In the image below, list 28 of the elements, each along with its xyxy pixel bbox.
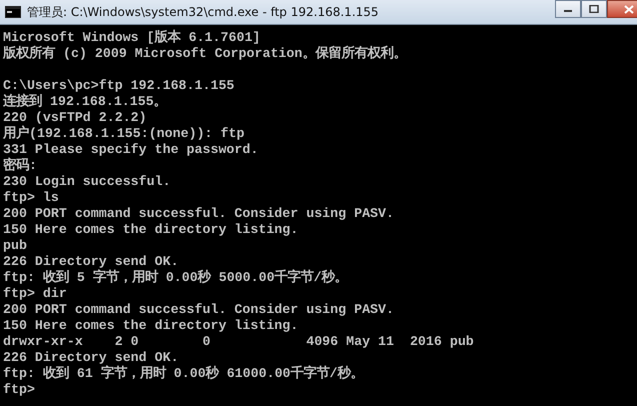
console-line: 150 Here comes the directory listing. bbox=[3, 222, 300, 238]
maximize-icon bbox=[589, 5, 599, 13]
console-line: C:\Users\pc>ftp 192.168.1.155 bbox=[3, 78, 236, 94]
maximize-button[interactable] bbox=[581, 0, 607, 18]
console-line: ftp: 收到 5 字节，用时 0.00秒 5000.00千字节/秒。 bbox=[3, 270, 349, 286]
console-line: 220 (vsFTPd 2.2.2) bbox=[3, 110, 148, 125]
minimize-button[interactable] bbox=[555, 0, 581, 18]
console-line: 版权所有 (c) 2009 Microsoft Corporation。保留所有权利。 bbox=[3, 46, 408, 62]
console-line: 连接到 192.168.1.155。 bbox=[3, 94, 168, 110]
console-line: 226 Directory send OK. bbox=[3, 350, 180, 365]
console-line: 200 PORT command successful. Consider using PASV. bbox=[3, 206, 395, 222]
console-line: drwxr-xr-x 2 0 0 4096 May 11 2016 pub bbox=[3, 334, 475, 350]
console-line: 331 Please specify the password. bbox=[3, 142, 260, 157]
console-line: 150 Here comes the directory listing. bbox=[3, 318, 300, 334]
console-line: 230 Login successful. bbox=[3, 174, 172, 190]
console-line: ftp> ls bbox=[3, 190, 60, 206]
console-line: 密码: bbox=[3, 158, 38, 174]
console-icon bbox=[5, 6, 21, 18]
close-icon bbox=[624, 4, 634, 14]
console-line: pub bbox=[3, 238, 28, 254]
console-line: 200 PORT command successful. Consider using PASV. bbox=[3, 302, 395, 318]
console-line: ftp: 收到 61 字节，用时 0.00秒 61000.00千字节/秒。 bbox=[3, 366, 365, 382]
console-line: 用户(192.168.1.155:(none)): ftp bbox=[3, 126, 246, 142]
window-title: 管理员: C:\Windows\system32\cmd.exe - ftp 192.168.1.155 bbox=[27, 4, 380, 20]
console-line: ftp> bbox=[3, 382, 36, 398]
console-line: Microsoft Windows [版本 6.1.7601] bbox=[3, 30, 262, 46]
console-line: ftp> dir bbox=[3, 286, 68, 302]
console-line: 226 Directory send OK. bbox=[3, 254, 180, 269]
